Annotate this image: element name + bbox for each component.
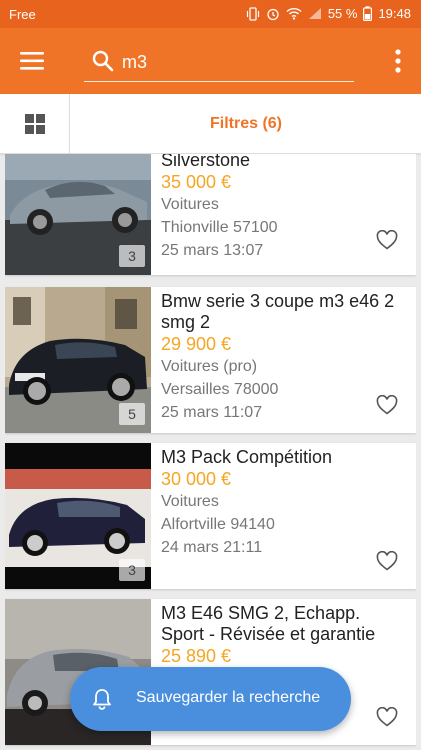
favorite-heart-icon[interactable] (376, 395, 398, 415)
photo-count-badge: 3 (119, 559, 145, 581)
listing-location: Alfortville 94140 (161, 516, 275, 533)
battery-icon (363, 6, 373, 21)
alarm-icon (267, 8, 279, 20)
listing-date: 25 mars 11:07 (161, 404, 263, 421)
favorite-heart-icon[interactable] (376, 230, 398, 250)
listing-category: Voitures (pro) (161, 358, 258, 375)
listing-location: Thionville 57100 (161, 219, 278, 236)
listing-title: Silverstone (161, 154, 251, 170)
clock: 19:48 (378, 6, 411, 21)
listing-card[interactable]: 5 Bmw serie 3 coupe m3 e46 2 smg 2 29 90… (5, 287, 416, 433)
photo-count-badge: 3 (119, 245, 145, 267)
app-bar: m3 (0, 28, 421, 94)
vibrate-icon (246, 6, 259, 21)
listing-category: Voitures (161, 493, 219, 510)
listing-photo: 3 (5, 443, 151, 589)
listing-card[interactable]: 3 M3 Pack Compétition 30 000 € Voitures … (5, 443, 416, 589)
listing-title: M3 E46 SMG 2, Echapp. Sport - Révisée et… (161, 603, 376, 644)
listing-photo: 5 (5, 287, 151, 433)
listing-price: 30 000 € (161, 469, 232, 489)
listing-photo: 3 (5, 154, 151, 275)
listing-info: Bmw serie 3 coupe m3 e46 2 smg 2 29 900 … (161, 291, 406, 424)
listing-price: 25 890 € (161, 646, 232, 666)
carrier-label: Free (9, 7, 36, 22)
listing-title: M3 Pack Compétition (161, 447, 333, 467)
listing-location: Versailles 78000 (161, 381, 279, 398)
favorite-heart-icon[interactable] (376, 707, 398, 727)
listing-info: M3 E46 SMG 2, Echapp. Sport - Révisée et… (161, 603, 406, 667)
wifi-icon (286, 7, 302, 20)
filters-button[interactable]: Filtres (6) (71, 94, 421, 154)
battery-percent: 55 % (327, 6, 358, 21)
more-vertical-icon (395, 49, 401, 73)
listing-info: M3 Pack Compétition 30 000 € Voitures Al… (161, 447, 406, 559)
grid-view-button[interactable] (0, 94, 70, 154)
listing-title: Bmw serie 3 coupe m3 e46 2 smg 2 (161, 291, 395, 332)
save-search-label: Sauvegarder la recherche (136, 689, 321, 706)
search-icon (92, 50, 114, 72)
more-options-button[interactable] (393, 48, 403, 74)
bell-icon (93, 689, 111, 710)
listing-date: 25 mars 13:07 (161, 242, 264, 259)
menu-button[interactable] (20, 50, 46, 72)
grid-view-icon (25, 114, 45, 134)
listing-date: 24 mars 21:11 (161, 539, 263, 556)
search-query: m3 (122, 52, 148, 72)
save-search-button[interactable]: Sauvegarder la recherche (70, 667, 351, 731)
filter-bar: Filtres (6) (0, 94, 421, 154)
listing-price: 35 000 € (161, 172, 232, 192)
status-bar: Free 55 % 19:48 (0, 0, 421, 28)
listing-price: 29 900 € (161, 334, 232, 354)
listing-list: 3 Silverstone 35 000 € Voitures Thionvil… (5, 154, 416, 750)
signal-icon (308, 8, 321, 19)
listing-info: Silverstone 35 000 € Voitures Thionville… (161, 154, 406, 262)
search-input[interactable]: m3 (84, 42, 354, 82)
favorite-heart-icon[interactable] (376, 551, 398, 571)
listing-category: Voitures (161, 196, 219, 213)
hamburger-menu-icon (20, 52, 44, 70)
photo-count-badge: 5 (119, 403, 145, 425)
listing-card[interactable]: 3 Silverstone 35 000 € Voitures Thionvil… (5, 154, 416, 275)
